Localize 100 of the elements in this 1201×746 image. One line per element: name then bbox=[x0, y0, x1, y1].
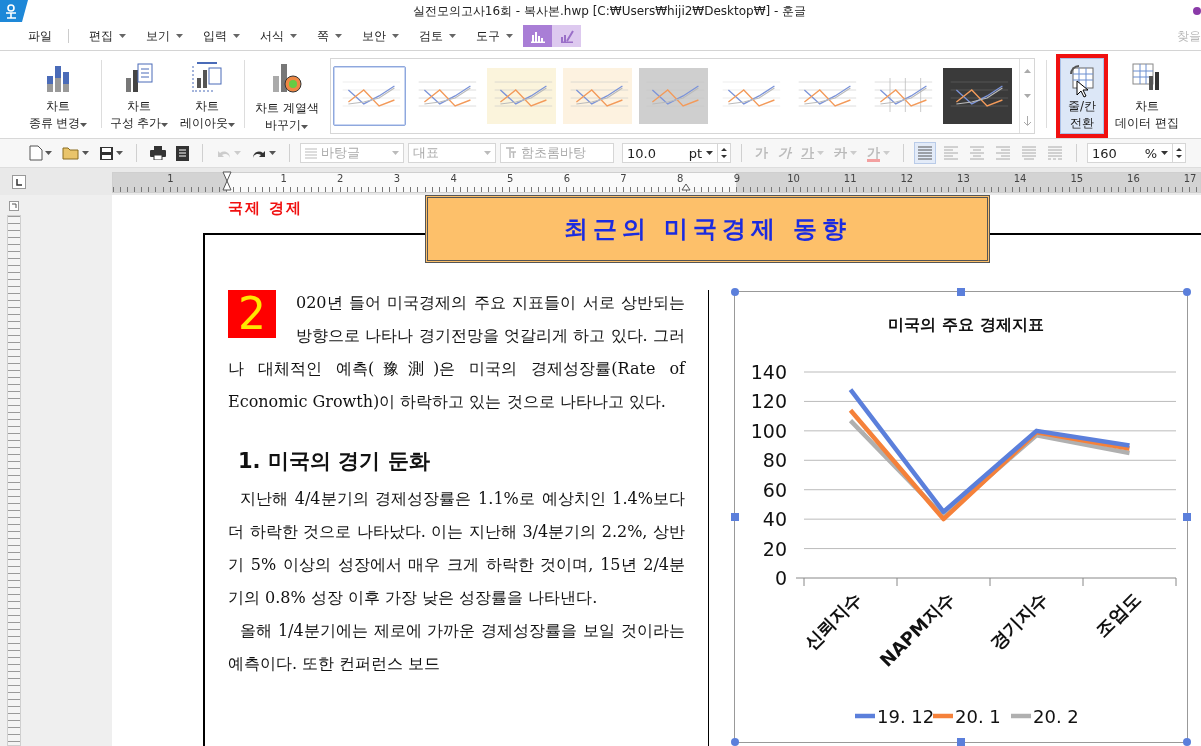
axis-tick-label: 0 bbox=[774, 567, 787, 589]
ruler-number: 10 bbox=[787, 173, 800, 184]
ruler-number: 11 bbox=[843, 173, 857, 184]
pen-chart-icon bbox=[559, 29, 574, 43]
caret-icon bbox=[176, 34, 183, 38]
resize-handle[interactable] bbox=[957, 738, 965, 746]
menu-item[interactable]: 입력 bbox=[193, 24, 250, 48]
caret-icon bbox=[82, 151, 89, 155]
menu-item[interactable]: 파일 bbox=[18, 24, 62, 48]
ruler-number: 2 bbox=[337, 173, 344, 184]
ruler-number: 1 bbox=[280, 173, 287, 184]
chart-color-button[interactable]: 차트 계열색 바꾸기 bbox=[250, 54, 324, 138]
printer-icon bbox=[150, 146, 166, 160]
axis-tick-label: 80 bbox=[762, 449, 787, 472]
bookmark-icon[interactable] bbox=[9, 201, 19, 211]
indent-marker-icon[interactable] bbox=[681, 183, 691, 191]
zoom-field[interactable]: 160 % bbox=[1087, 143, 1173, 163]
edit-chart-data-button[interactable]: 차트 데이터 편집 bbox=[1110, 54, 1184, 138]
resize-handle[interactable] bbox=[1183, 288, 1191, 296]
ruler-number: 5 bbox=[507, 173, 514, 184]
caret-icon bbox=[817, 151, 824, 155]
chart-style-thumbnail[interactable] bbox=[485, 66, 558, 126]
resize-handle[interactable] bbox=[731, 513, 739, 521]
resize-handle[interactable] bbox=[1183, 513, 1191, 521]
table-swap-icon bbox=[1067, 62, 1097, 92]
spin-button[interactable] bbox=[1172, 143, 1186, 163]
menu-item[interactable]: 편집 bbox=[79, 24, 136, 48]
caret-icon bbox=[227, 123, 235, 127]
resize-handle[interactable] bbox=[957, 288, 965, 296]
bar-chart-icon bbox=[530, 29, 545, 43]
axis-tick-label: 100 bbox=[750, 419, 787, 442]
menu-item[interactable]: 도구 bbox=[466, 24, 523, 48]
ruler-number: 1 bbox=[167, 173, 174, 184]
font-icon bbox=[505, 147, 517, 159]
caret-icon bbox=[301, 125, 309, 129]
ruler-number: 9 bbox=[733, 173, 741, 184]
chart-style-thumbnail[interactable] bbox=[941, 66, 1014, 126]
context-tab[interactable] bbox=[552, 25, 581, 47]
align-icon bbox=[1021, 145, 1037, 161]
axis-tick-label: 40 bbox=[762, 508, 787, 531]
chart-style-thumbnail[interactable] bbox=[561, 66, 634, 126]
page-header: 국제 경제 bbox=[228, 199, 304, 217]
ruler-number: 15 bbox=[1070, 173, 1084, 184]
ruler-number: 3 bbox=[393, 173, 401, 184]
chart-title: 미국의 주요 경제지표 bbox=[888, 315, 1044, 334]
caret-icon bbox=[706, 151, 713, 155]
up-triangle-icon bbox=[1023, 69, 1031, 74]
switch-row-column-button[interactable]: 줄/칸 전환 bbox=[1056, 54, 1108, 138]
ruler-number: 14 bbox=[1013, 173, 1027, 184]
new-document-button[interactable] bbox=[26, 142, 55, 164]
save-icon bbox=[99, 145, 114, 161]
align-icon bbox=[1047, 145, 1063, 161]
menu-item[interactable]: 검토 bbox=[409, 24, 466, 48]
ruler-number: 6 bbox=[563, 173, 571, 184]
caret-icon bbox=[234, 151, 241, 155]
page-icon bbox=[176, 145, 189, 161]
caret-icon bbox=[392, 151, 399, 155]
ruler-number: 8 bbox=[677, 173, 684, 184]
caret-icon bbox=[484, 151, 491, 155]
align-button[interactable] bbox=[914, 142, 936, 164]
up-down-arrows-icon bbox=[1176, 147, 1182, 159]
ruler-number: 12 bbox=[900, 173, 914, 184]
resize-handle[interactable] bbox=[731, 288, 739, 296]
paragraph-icon bbox=[305, 147, 317, 159]
caret-icon bbox=[45, 151, 52, 155]
indent-marker-icon[interactable] bbox=[222, 171, 232, 193]
chart-style-thumbnail[interactable] bbox=[637, 66, 710, 126]
resize-handle[interactable] bbox=[1183, 738, 1191, 746]
caret-icon bbox=[269, 151, 276, 155]
chart-type-button[interactable]: 차트 종류 변경 bbox=[20, 54, 96, 138]
down-arrow-icon bbox=[1023, 115, 1031, 126]
chart-element-icon bbox=[124, 62, 154, 92]
body-paragraph: 2 020년 들어 미국경제의 주요 지표들이 서로 상반되는 방향으로 나타나 경기전망을 엇갈리게 하고 있다. 그러나 대체적인 예측(豫測)은 미국의 경제성장률(Rate of Economic Growth)이 하락하고 있는 것으로 나타나고 있다. bbox=[228, 287, 685, 413]
axis-tick-label: 60 bbox=[762, 478, 787, 501]
ruler-number: 16 bbox=[1127, 173, 1140, 184]
tab-stop-icon[interactable] bbox=[12, 174, 26, 189]
caret-icon bbox=[506, 34, 513, 38]
legend-label: 19. 12 bbox=[877, 706, 935, 727]
find-label: 찾을 bbox=[1177, 27, 1201, 45]
align-icon bbox=[917, 145, 933, 161]
menu-item[interactable]: 쪽 bbox=[307, 24, 352, 48]
section-heading: 1. 미국의 경기 둔화 bbox=[238, 448, 431, 475]
chart-element-button[interactable]: 차트 구성 추가 bbox=[107, 54, 171, 138]
down-triangle-icon bbox=[1023, 94, 1031, 98]
menu-item[interactable]: 보기 bbox=[136, 24, 193, 48]
font-size-field[interactable]: 10.0 pt bbox=[622, 143, 718, 163]
caret-icon bbox=[335, 34, 342, 38]
context-tab[interactable] bbox=[523, 25, 552, 47]
caret-icon bbox=[119, 34, 126, 38]
menu-item[interactable]: 서식 bbox=[250, 24, 307, 48]
menu-item[interactable]: 보안 bbox=[352, 24, 409, 48]
resize-handle[interactable] bbox=[731, 738, 739, 746]
title-box: 최근의 미국경제 동향 bbox=[425, 195, 990, 263]
axis-tick-label: 20 bbox=[762, 537, 787, 560]
align-icon bbox=[995, 145, 1011, 161]
spin-button[interactable] bbox=[717, 143, 731, 163]
chart-layout-button[interactable]: 차트 레이아웃 bbox=[175, 54, 239, 138]
chart-style-thumbnail[interactable] bbox=[333, 66, 406, 126]
caret-icon bbox=[392, 34, 399, 38]
caret-icon bbox=[116, 151, 123, 155]
